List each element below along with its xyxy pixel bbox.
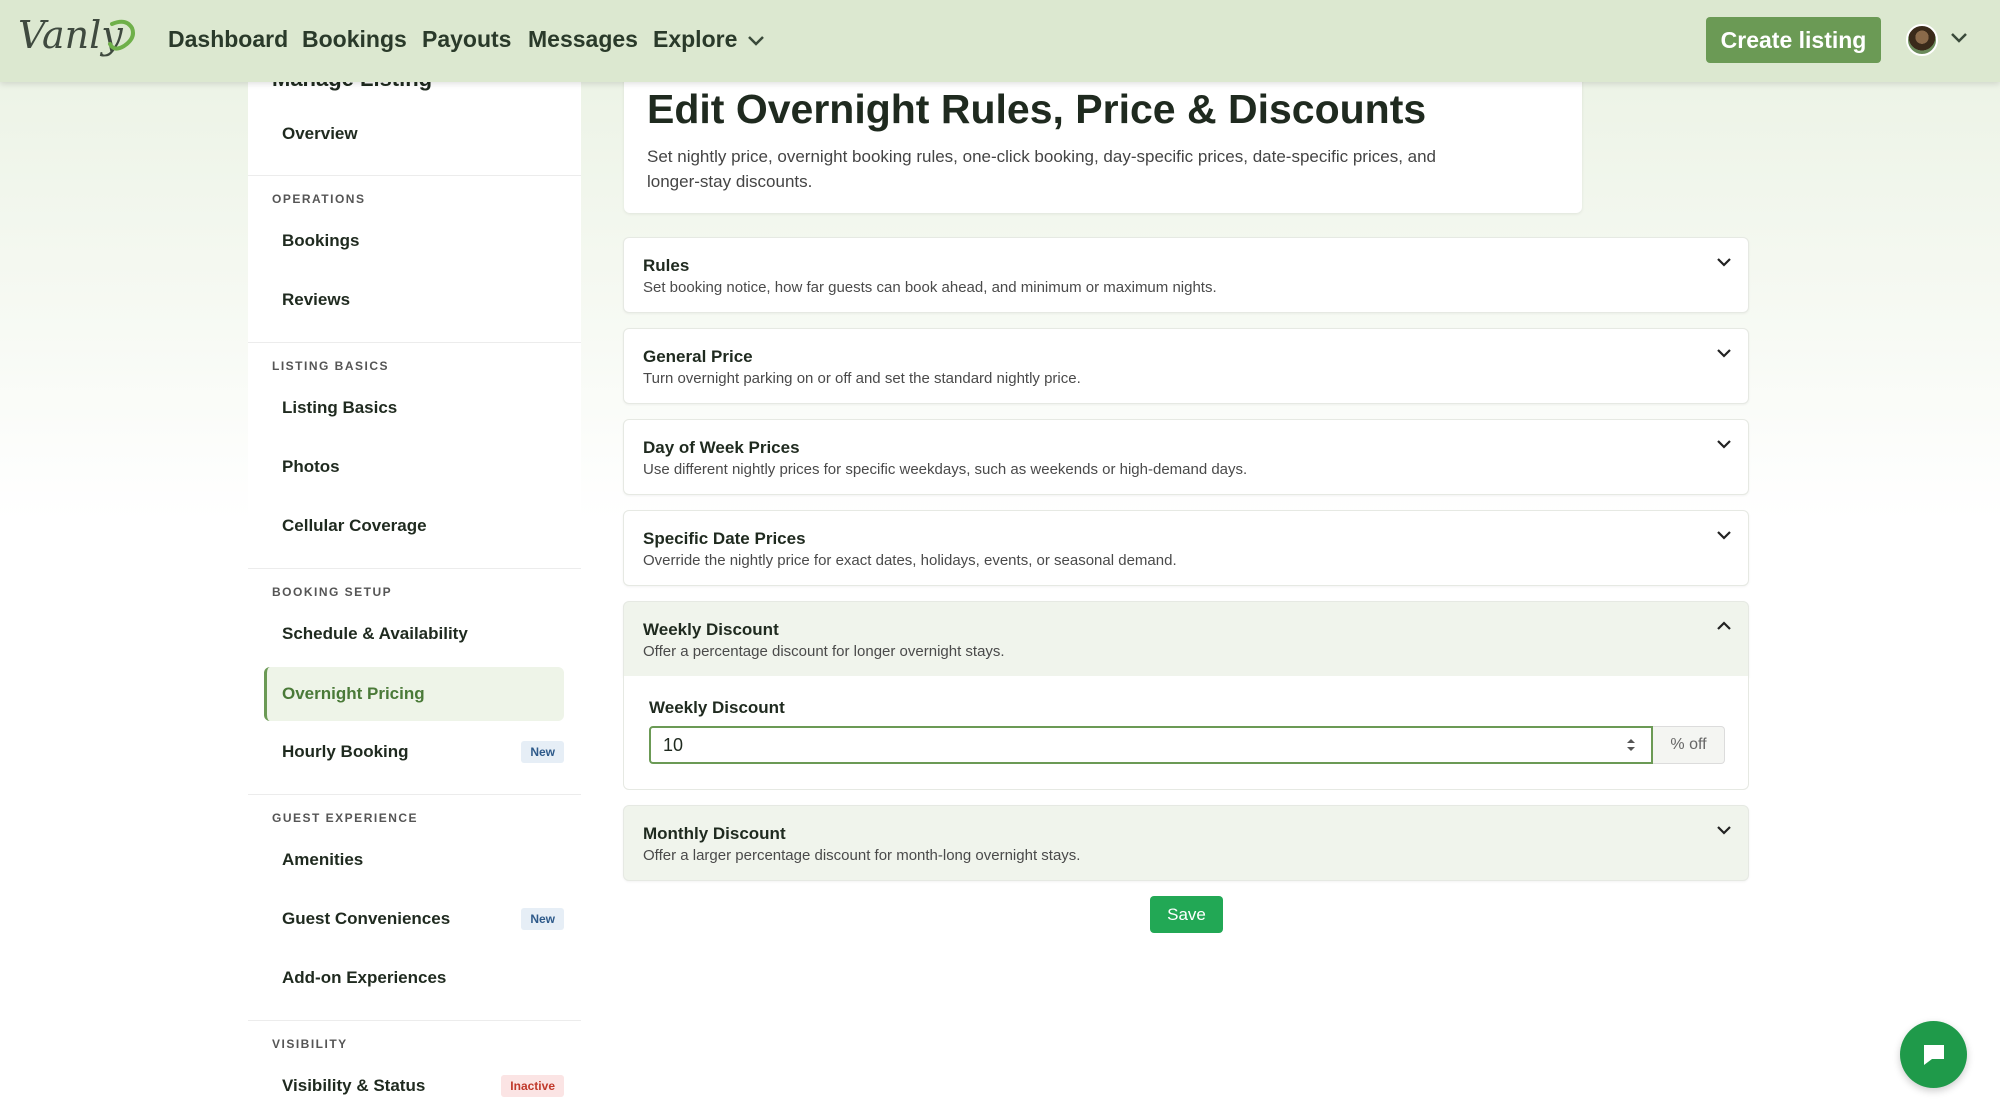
divider	[248, 568, 581, 569]
sidebar-item-bookings[interactable]: Bookings	[264, 214, 564, 268]
sidebar-item-hourly-booking[interactable]: Hourly Booking New	[264, 725, 564, 779]
accordion-description: Override the nightly price for exact dat…	[643, 552, 1177, 569]
weekly-discount-panel: Weekly Discount % off	[623, 676, 1749, 790]
chevron-up-icon	[1717, 621, 1731, 630]
svg-text:Vanly: Vanly	[18, 13, 123, 57]
divider	[248, 1020, 581, 1021]
nav-bookings[interactable]: Bookings	[302, 26, 407, 53]
chevron-down-icon	[1717, 349, 1731, 358]
accordion-title: Rules	[643, 256, 690, 275]
section-operations: OPERATIONS	[272, 192, 366, 206]
sidebar-item-reviews[interactable]: Reviews	[264, 273, 564, 327]
sidebar-item-label: Guest Conveniences	[282, 909, 451, 928]
sidebar-item-visibility-status[interactable]: Visibility & Status Inactive	[264, 1059, 564, 1113]
sidebar-item-schedule[interactable]: Schedule & Availability	[264, 607, 564, 661]
chevron-down-icon	[1717, 440, 1731, 449]
chevron-down-icon	[1717, 531, 1731, 540]
percent-off-addon: % off	[1653, 726, 1725, 764]
nav-payouts[interactable]: Payouts	[422, 26, 511, 53]
chat-button[interactable]	[1900, 1021, 1967, 1088]
accordion-description: Set booking notice, how far guests can b…	[643, 279, 1217, 296]
create-listing-button[interactable]: Create listing	[1706, 17, 1881, 63]
sidebar: Manage Listing Overview OPERATIONS Booki…	[248, 60, 581, 1117]
vanly-logo[interactable]: Vanly	[16, 12, 146, 64]
accordion-title: Specific Date Prices	[643, 529, 806, 548]
accordion-description: Offer a larger percentage discount for m…	[643, 847, 1081, 864]
sidebar-item-amenities[interactable]: Amenities	[264, 833, 564, 887]
sidebar-item-overview[interactable]: Overview	[264, 107, 564, 161]
section-visibility: VISIBILITY	[272, 1037, 348, 1051]
accordion-description: Turn overnight parking on or off and set…	[643, 370, 1081, 387]
accordion-title: Monthly Discount	[643, 824, 786, 843]
section-listing-basics: LISTING BASICS	[272, 359, 390, 373]
weekly-discount-input[interactable]	[649, 726, 1653, 764]
page-header-card: Edit Overnight Rules, Price & Discounts …	[624, 60, 1582, 213]
sidebar-item-label: Hourly Booking	[282, 742, 409, 761]
sidebar-item-listing-basics[interactable]: Listing Basics	[264, 381, 564, 435]
accordion-specific-date-prices[interactable]: Specific Date Prices Override the nightl…	[623, 510, 1749, 586]
page-subtitle: Set nightly price, overnight booking rul…	[647, 147, 1437, 191]
nav-messages[interactable]: Messages	[528, 26, 638, 53]
nav-explore-label: Explore	[653, 26, 738, 52]
inactive-badge: Inactive	[501, 1075, 564, 1097]
page-title: Edit Overnight Rules, Price & Discounts	[647, 86, 1427, 132]
sidebar-item-guest-conveniences[interactable]: Guest Conveniences New	[264, 892, 564, 946]
sidebar-item-photos[interactable]: Photos	[264, 440, 564, 494]
divider	[248, 794, 581, 795]
accordion-title: Weekly Discount	[643, 620, 779, 639]
section-booking-setup: BOOKING SETUP	[272, 585, 393, 599]
spinner-icon[interactable]	[1624, 736, 1638, 754]
accordion-description: Use different nightly prices for specifi…	[643, 461, 1248, 478]
chevron-down-icon	[1717, 258, 1731, 267]
weekly-discount-label: Weekly Discount	[649, 698, 785, 717]
accordion-monthly-discount[interactable]: Monthly Discount Offer a larger percenta…	[623, 805, 1749, 881]
accordion-rules[interactable]: Rules Set booking notice, how far guests…	[623, 237, 1749, 313]
accordion-title: Day of Week Prices	[643, 438, 800, 457]
new-badge: New	[521, 741, 564, 763]
nav-dashboard[interactable]: Dashboard	[168, 26, 288, 53]
accordion-title: General Price	[643, 347, 753, 366]
avatar[interactable]	[1906, 24, 1938, 56]
sidebar-item-add-on-experiences[interactable]: Add-on Experiences	[264, 951, 564, 1005]
accordion-description: Offer a percentage discount for longer o…	[643, 643, 1005, 660]
nav-explore[interactable]: Explore	[653, 26, 765, 53]
divider	[248, 175, 581, 176]
accordion-general-price[interactable]: General Price Turn overnight parking on …	[623, 328, 1749, 404]
divider	[248, 342, 581, 343]
section-guest-experience: GUEST EXPERIENCE	[272, 811, 419, 825]
top-navigation: Vanly Dashboard Bookings Payouts Message…	[0, 0, 2000, 82]
chevron-down-icon	[748, 36, 765, 46]
sidebar-item-cellular-coverage[interactable]: Cellular Coverage	[264, 499, 564, 553]
accordion-weekly-discount[interactable]: Weekly Discount Offer a percentage disco…	[623, 601, 1749, 677]
sidebar-item-overnight-pricing[interactable]: Overnight Pricing	[264, 667, 564, 721]
chevron-down-icon[interactable]	[1950, 32, 1968, 44]
save-button[interactable]: Save	[1150, 896, 1223, 933]
chat-icon	[1924, 1045, 1944, 1065]
chevron-down-icon	[1717, 826, 1731, 835]
accordion-day-of-week-prices[interactable]: Day of Week Prices Use different nightly…	[623, 419, 1749, 495]
new-badge: New	[521, 908, 564, 930]
sidebar-item-label: Visibility & Status	[282, 1076, 426, 1095]
